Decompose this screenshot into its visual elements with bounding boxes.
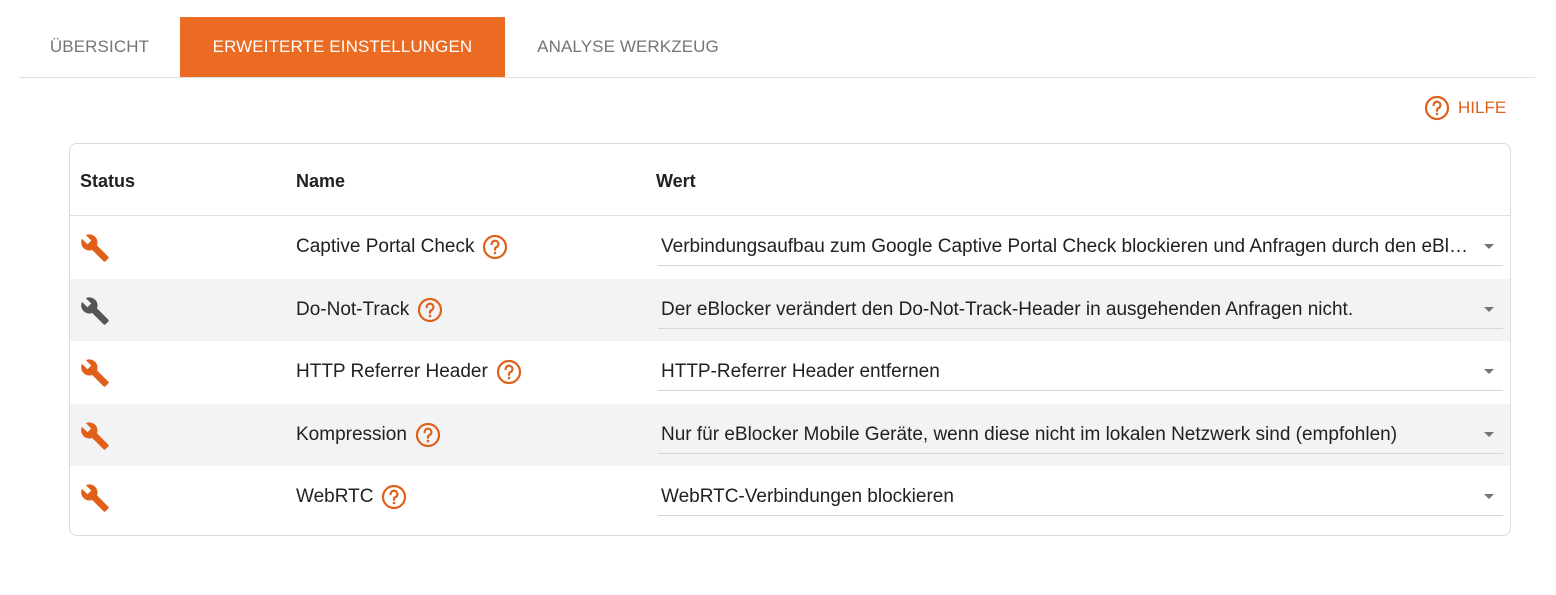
tab-analysis-tool[interactable]: ANALYSE WERKZEUG (505, 17, 751, 77)
settings-table: Status Name Wert Captive Portal Check Ver… (69, 143, 1511, 536)
question-mark-icon[interactable] (417, 297, 443, 323)
table-row: HTTP Referrer Header HTTP-Referrer Header… (70, 341, 1510, 404)
setting-name: Kompression (296, 422, 441, 448)
setting-value-select[interactable]: WebRTC-Verbindungen blockieren (658, 478, 1503, 516)
question-mark-icon[interactable] (482, 234, 508, 260)
tab-advanced-settings[interactable]: ERWEITERTE EINSTELLUNGEN (180, 17, 505, 77)
caret-down-icon (1484, 369, 1494, 374)
help-button[interactable]: HILFE (1424, 95, 1506, 121)
wrench-icon[interactable] (80, 421, 110, 451)
setting-name: HTTP Referrer Header (296, 359, 522, 385)
setting-name-label: Kompression (296, 423, 407, 445)
setting-value: HTTP-Referrer Header entfernen (661, 361, 940, 382)
column-header-status: Status (80, 171, 136, 191)
tab-bar: ÜBERSICHT ERWEITERTE EINSTELLUNGEN ANALY… (19, 17, 1535, 78)
help-label: HILFE (1458, 98, 1507, 117)
setting-name: Captive Portal Check (296, 234, 508, 260)
column-header-value: Wert (656, 171, 696, 191)
table-row: WebRTC WebRTC-Verbindungen blockieren (70, 466, 1510, 529)
setting-value-select[interactable]: Nur für eBlocker Mobile Geräte, wenn die… (658, 416, 1503, 454)
setting-name-label: HTTP Referrer Header (296, 361, 488, 382)
caret-down-icon (1484, 431, 1494, 437)
caret-down-icon (1484, 244, 1494, 249)
question-mark-icon[interactable] (381, 484, 407, 510)
setting-name: Do-Not-Track (296, 297, 443, 323)
wrench-icon[interactable] (80, 483, 110, 513)
wrench-icon[interactable] (80, 233, 110, 263)
wrench-icon[interactable] (80, 296, 110, 326)
setting-value-select[interactable]: Verbindungsaufbau zum Google Captive Por… (658, 228, 1503, 266)
table-row: Kompression Nur für eBlocker Mobile Gerät… (70, 403, 1510, 466)
setting-name-label: Captive Portal Check (296, 236, 475, 257)
column-header-name: Name (296, 171, 346, 191)
wrench-icon[interactable] (80, 358, 110, 388)
tab-overview[interactable]: ÜBERSICHT (19, 17, 180, 77)
setting-name: WebRTC (296, 484, 407, 510)
help-circle-icon (1424, 95, 1450, 121)
caret-down-icon (1484, 306, 1494, 312)
table-row: Do-Not-Track Der eBlocker verändert den D… (70, 278, 1510, 341)
setting-value-select[interactable]: Der eBlocker verändert den Do-Not-Track-… (658, 291, 1503, 329)
table-row: Captive Portal Check Verbindungsaufbau zu… (70, 216, 1510, 279)
setting-value: Nur für eBlocker Mobile Geräte, wenn die… (661, 423, 1398, 445)
setting-value-select[interactable]: HTTP-Referrer Header entfernen (658, 353, 1503, 391)
setting-value: WebRTC-Verbindungen blockieren (661, 486, 954, 507)
table-header: Status Name Wert (70, 144, 1510, 216)
setting-value: Verbindungsaufbau zum Google Captive Por… (661, 236, 1471, 257)
question-mark-icon[interactable] (415, 422, 441, 448)
question-mark-icon[interactable] (496, 359, 522, 385)
setting-value: Der eBlocker verändert den Do-Not-Track-… (661, 298, 1354, 320)
setting-name-label: WebRTC (296, 486, 374, 507)
caret-down-icon (1484, 494, 1494, 499)
setting-name-label: Do-Not-Track (296, 298, 410, 320)
